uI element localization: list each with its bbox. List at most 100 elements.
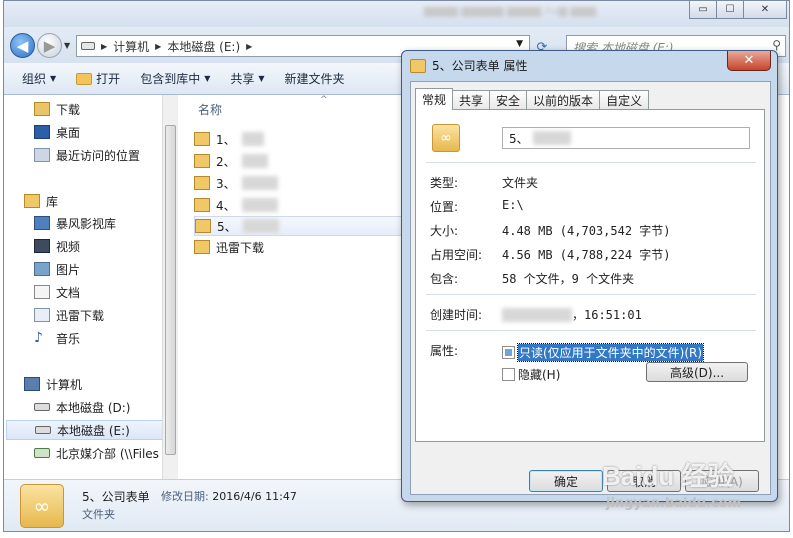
document-icon [34, 285, 50, 299]
readonly-checkbox[interactable]: 只读(仅应用于文件夹中的文件)(R) [502, 343, 705, 362]
details-name: 5、公司表单 [82, 490, 150, 504]
organize-button[interactable]: 组织 ▼ [4, 70, 66, 87]
nav-label: 暴风影视库 [56, 216, 117, 231]
back-button[interactable]: ◀ [10, 33, 35, 58]
nav-item-music[interactable]: ♪ 音乐 [34, 328, 80, 348]
tab-strip: 常规 共享 安全 以前的版本 自定义 [415, 88, 650, 110]
file-name: 1、 [216, 132, 236, 147]
chevron-down-icon: ▼ [50, 74, 57, 83]
breadcrumb-drive-e[interactable]: 本地磁盘 (E:) [167, 38, 240, 55]
nav-libraries-header[interactable]: 库 [24, 191, 58, 211]
folder-icon [194, 176, 210, 190]
tab-security[interactable]: 安全 [489, 90, 528, 110]
nav-label: 视频 [56, 239, 81, 254]
modified-value: 2016/4/6 11:47 [212, 490, 297, 503]
screen: ▆▆▆▆ ▆▆▆▆▆ ▆▆▆▆ Aa▆ ▆▆▆ ▭ ☐ ✕ ◀ ▶ ▼ ▶ 计算… [0, 0, 793, 538]
tab-general[interactable]: 常规 [415, 88, 454, 110]
watermark-brand: Baidu 经验 [602, 461, 734, 491]
breadcrumb-separator-icon: ▶ [246, 41, 253, 51]
sort-arrow-icon: ^ [320, 95, 328, 105]
folder-name-field[interactable]: 5、 [502, 127, 750, 149]
attributes-label: 属性: [430, 344, 459, 358]
open-folder-icon [76, 72, 93, 85]
folder-thumbnail-icon: ∞ [20, 484, 64, 528]
nav-item-documents[interactable]: 文档 [34, 282, 80, 302]
file-row[interactable]: 迅雷下载 [194, 237, 408, 257]
folder-icon [195, 219, 211, 233]
breadcrumb-computer[interactable]: 计算机 [113, 38, 149, 55]
desktop-icon [34, 125, 50, 139]
file-row[interactable]: 2、 [194, 151, 408, 171]
modified-label: 修改日期: [161, 490, 209, 503]
thunder-download-icon [34, 308, 50, 322]
address-dropdown-icon[interactable]: ▼ [516, 39, 523, 49]
tab-customize[interactable]: 自定义 [599, 90, 650, 110]
close-window-button[interactable]: ✕ [743, 1, 787, 19]
open-label: 打开 [96, 72, 121, 86]
general-tab-page: ∞ 5、 类型: 文件夹 位置: E:\ 大小: 4.48 MB (4,703,… [415, 109, 765, 442]
new-folder-button[interactable]: 新建文件夹 [275, 70, 355, 87]
network-drive-icon [34, 448, 50, 458]
nav-item-baofeng[interactable]: 暴风影视库 [34, 213, 116, 233]
close-icon: ✕ [760, 4, 770, 15]
nav-label: 最近访问的位置 [56, 148, 141, 163]
nav-item-thunder[interactable]: 迅雷下载 [34, 305, 104, 325]
redacted-text [241, 198, 278, 212]
computer-icon [24, 377, 40, 391]
ok-button[interactable]: 确定 [529, 470, 603, 492]
open-button[interactable]: 打开 [66, 70, 130, 87]
include-in-library-button[interactable]: 包含到库中 ▼ [130, 70, 220, 87]
file-name: 3、 [216, 176, 236, 191]
minimize-button[interactable]: ▭ [689, 1, 717, 19]
nav-computer-header[interactable]: 计算机 [24, 374, 82, 394]
folder-icon [194, 240, 210, 254]
nav-item-videos[interactable]: 视频 [34, 236, 80, 256]
disk-size-value: 4.56 MB (4,788,224 字节) [502, 248, 671, 262]
folder-icon [194, 132, 210, 146]
advanced-button[interactable]: 高级(D)... [646, 362, 748, 382]
properties-dialog: 5、公司表单 属性 ✕ 常规 共享 安全 以前的版本 自定义 ∞ 5、 类型: … [401, 50, 778, 502]
forward-button[interactable]: ▶ [37, 33, 62, 58]
divider [426, 330, 756, 331]
nav-item-recent-places[interactable]: 最近访问的位置 [34, 145, 140, 165]
file-row[interactable]: 1、 [194, 129, 408, 149]
drive-icon [81, 42, 95, 50]
file-row[interactable]: 4、 [194, 195, 408, 215]
file-row[interactable]: 3、 [194, 173, 408, 193]
video-library-icon [34, 216, 50, 230]
recent-pages-dropdown[interactable]: ▼ [64, 41, 70, 50]
redacted-text [502, 307, 572, 322]
nav-label: 计算机 [46, 377, 83, 392]
nav-label: 文档 [56, 285, 81, 300]
tab-sharing[interactable]: 共享 [452, 90, 491, 110]
nav-item-drive-e[interactable]: 本地磁盘 (E:) [6, 420, 166, 440]
dialog-close-button[interactable]: ✕ [727, 51, 771, 71]
forward-arrow-icon: ▶ [43, 36, 56, 55]
created-time: ，16:51:01 [572, 308, 642, 322]
nav-item-downloads[interactable]: 下载 [34, 99, 80, 119]
type-label: 类型: [430, 176, 459, 190]
scrollbar-thumb[interactable] [165, 125, 176, 455]
include-label: 包含到库中 [140, 72, 201, 86]
nav-item-desktop[interactable]: 桌面 [34, 122, 80, 142]
column-header-name[interactable]: 名称 [198, 101, 222, 118]
details-type: 文件夹 [82, 508, 115, 521]
nav-item-pictures[interactable]: 图片 [34, 259, 80, 279]
checkbox-empty-icon [502, 368, 515, 381]
nav-item-network-drive[interactable]: 北京媒介部 (\\Files [34, 443, 159, 463]
file-name: 4、 [216, 198, 236, 213]
tab-previous-versions[interactable]: 以前的版本 [526, 90, 601, 110]
drive-icon [34, 403, 50, 411]
file-row-selected[interactable]: 5、 [194, 216, 408, 236]
contains-value: 58 个文件，9 个文件夹 [502, 272, 635, 286]
size-label: 大小: [430, 224, 459, 238]
maximize-button[interactable]: ☐ [716, 1, 744, 19]
navigation-pane: 下载 桌面 最近访问的位置 库 暴风影视库 视频 图片 文档 迅雷下载 ♪ 音乐 … [4, 95, 178, 479]
recent-places-icon [34, 148, 50, 162]
downloads-folder-icon [34, 102, 50, 116]
nav-scrollbar[interactable] [162, 95, 178, 479]
folder-large-icon: ∞ [432, 124, 460, 152]
share-button[interactable]: 共享 ▼ [220, 70, 274, 87]
hidden-checkbox[interactable]: 隐藏(H) [502, 366, 560, 383]
nav-item-drive-d[interactable]: 本地磁盘 (D:) [34, 397, 130, 417]
